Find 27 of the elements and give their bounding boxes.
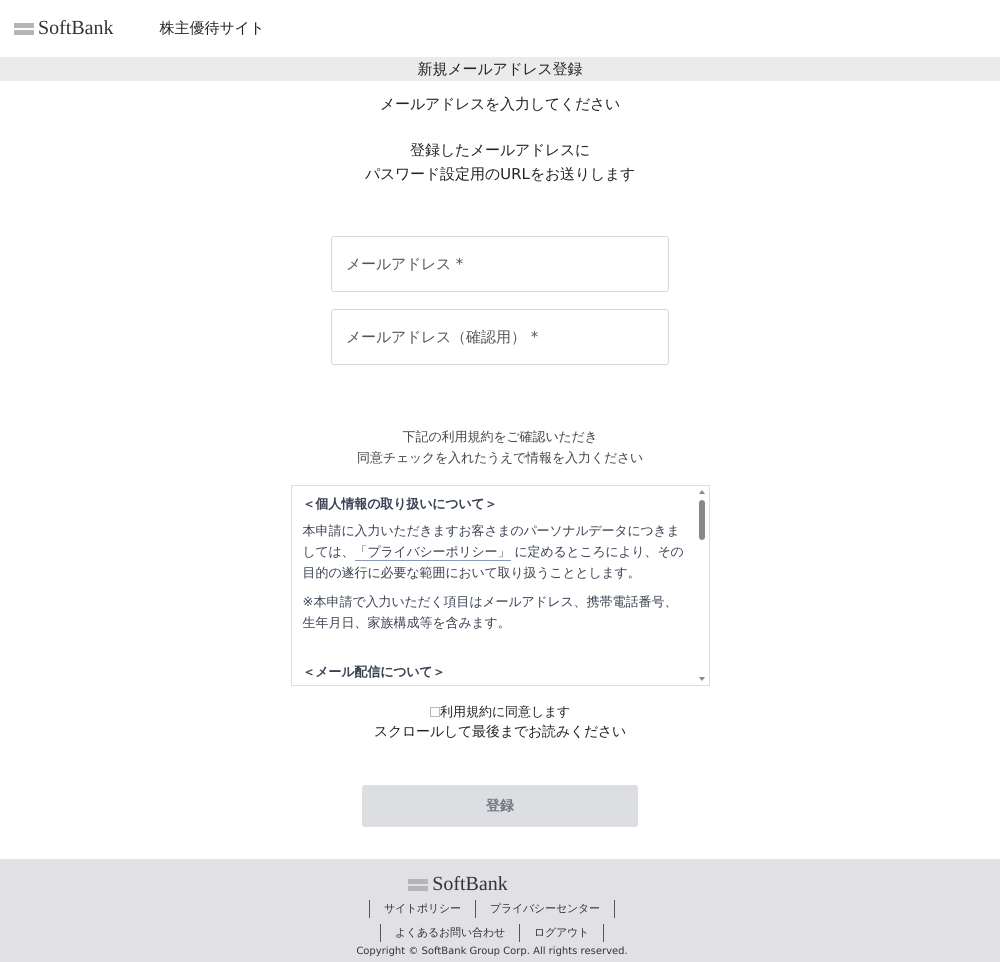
terms-paragraph: ※本申請で入力いただく項目はメールアドレス、携帯電話番号、生年月日、家族構成等を含みます。 — [302, 594, 678, 633]
footer-link[interactable]: ログアウト — [519, 924, 604, 942]
copyright-text: Copyright © SoftBank Group Corp. All rights reserved. — [356, 946, 628, 957]
footer-link[interactable]: よくあるお問い合わせ — [380, 924, 519, 942]
page-title: 新規メールアドレス登録 — [0, 57, 1000, 81]
privacy-policy-link[interactable]: 「プライバシーポリシー」 — [354, 545, 510, 561]
footer-logo-text: SoftBank — [432, 873, 508, 896]
site-name: 株主優待サイト — [160, 19, 265, 38]
terms-heading: ＜個人情報の取り扱いについて＞ — [302, 496, 498, 514]
terms-intro-text: 同意チェックを入れたうえで情報を入力ください — [357, 450, 643, 468]
agree-label: 利用規約に同意します — [440, 704, 570, 721]
email-input-field[interactable]: メールアドレス * — [331, 236, 669, 292]
email-input-field[interactable]: メールアドレス（確認用） * — [331, 309, 669, 365]
logo-bars-icon — [408, 878, 428, 890]
scroll-hint-text: スクロールして最後までお読みください — [374, 723, 626, 741]
logo-bars-icon — [14, 22, 34, 34]
terms-intro-text: 下記の利用規約をご確認いただき — [402, 429, 598, 447]
footer-link[interactable]: プライバシーセンター — [475, 900, 615, 918]
terms-scroll-box[interactable]: ＜個人情報の取り扱いについて＞ 本申請に入力いただきますお客さまのパーソナルデータにつきましては、「プライバシーポリシー」 に定めるところにより、その目的の遂行に必要な範囲において取り扱うこととします。 ※本申請で入力いただく項目はメールアドレス、携帯電話番号、生年月日、家族構成等を含みます。 ＜メール配信について＞ — [290, 485, 710, 686]
terms-paragraph: 本申請に入力いただきますお客さまのパーソナルデータにつきましては、「プライバシーポリシー」 に定めるところにより、その目的の遂行に必要な範囲において取り扱うこととします。 — [302, 523, 684, 583]
note-text: パスワード設定用のURLをお送りします — [365, 164, 635, 185]
logo-text: SoftBank — [38, 17, 114, 40]
instruction-text: メールアドレスを入力してください — [380, 95, 620, 114]
note-text: 登録したメールアドレスに — [410, 140, 590, 161]
terms-heading: ＜メール配信について＞ — [302, 664, 446, 682]
agree-checkbox[interactable] — [430, 707, 440, 717]
footer-link[interactable]: サイトポリシー — [369, 900, 475, 918]
